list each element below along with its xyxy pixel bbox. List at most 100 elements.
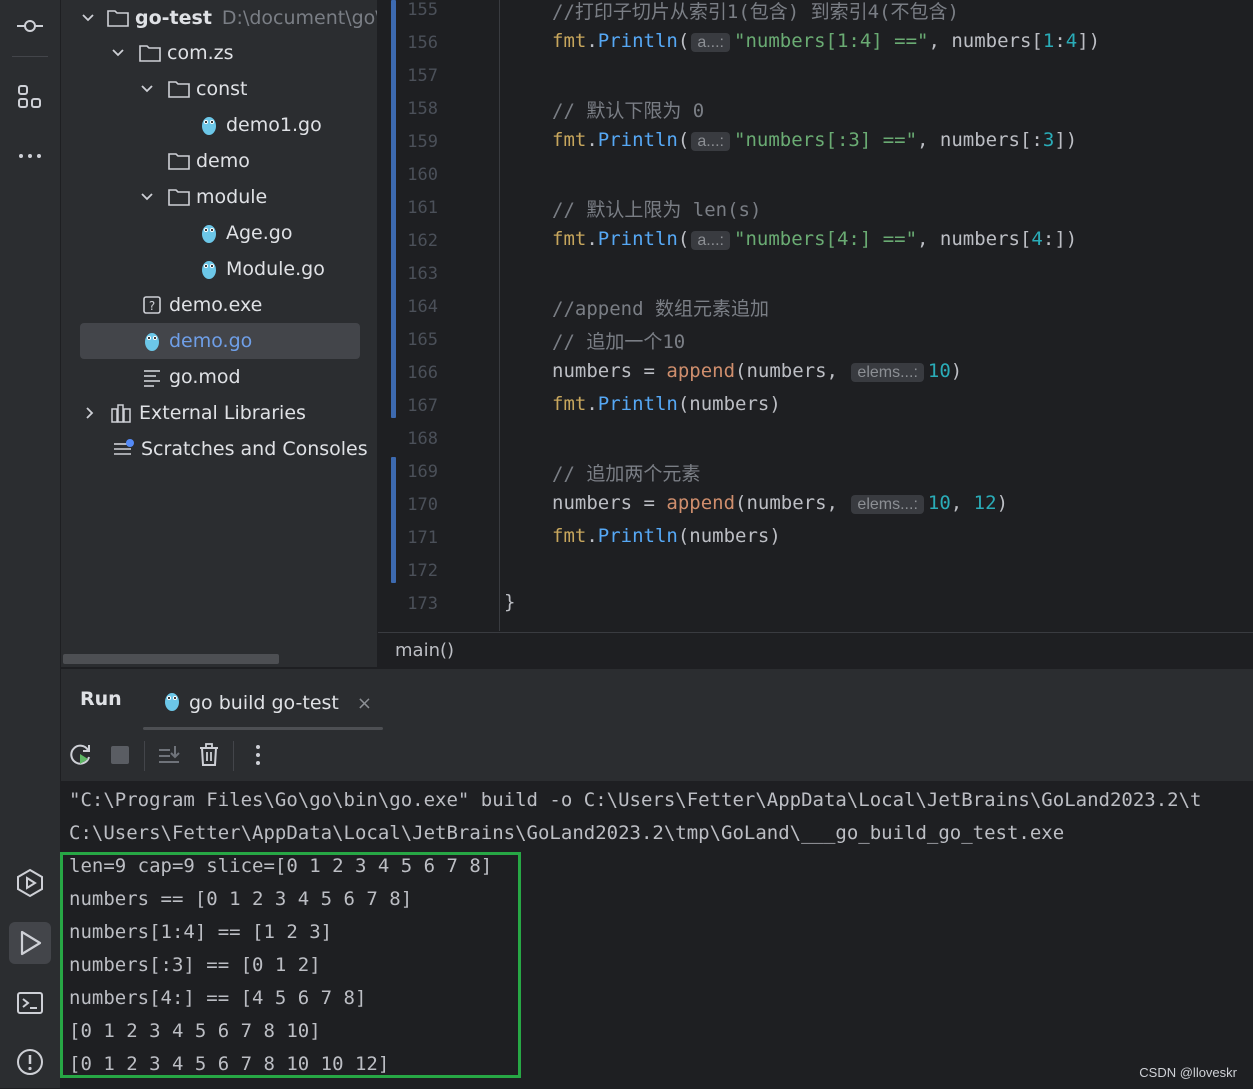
code-builtin: append (666, 360, 736, 382)
tree-item-external-libraries[interactable]: External Libraries (61, 395, 377, 431)
tree-item-label: go.mod (169, 366, 241, 388)
gopher-icon (163, 690, 181, 717)
code-punct: ( (677, 129, 690, 151)
more-vertical-icon[interactable] (244, 741, 272, 769)
console-line: "C:\Program Files\Go\go\bin\go.exe" buil… (69, 789, 1202, 811)
terminal-icon[interactable] (9, 982, 51, 1024)
code-line-166: numbers = append(numbers, elems...: 10) (552, 360, 962, 382)
code-pkg: fmt (552, 393, 587, 415)
tree-item-module-go[interactable]: Module.go (61, 251, 377, 287)
code-punct: ) (950, 360, 963, 382)
code-fn: Println (597, 129, 678, 151)
code-punct: . (586, 393, 598, 415)
code-punct: . (586, 228, 598, 250)
line-number: 165 (407, 330, 438, 350)
run-tab[interactable]: go build go-test × (143, 677, 383, 729)
line-number: 173 (407, 594, 438, 614)
code-string: "numbers[1:4] ==" (734, 30, 929, 52)
code-comment: //打印子切片从索引1(包含) 到索引4(不包含) (552, 1, 959, 23)
line-number: 172 (407, 561, 438, 581)
run-tab-label: go build go-test (189, 692, 339, 714)
rerun-icon[interactable] (67, 741, 95, 769)
clear-icon[interactable] (195, 741, 223, 769)
tree-item-demo-go[interactable]: demo.go (80, 323, 360, 359)
param-hint: elems...: (851, 495, 924, 514)
folder-icon (139, 42, 161, 64)
tree-item-label: demo.exe (169, 294, 263, 316)
code-comment: // 追加两个元素 (552, 463, 701, 485)
tree-item-com-zs[interactable]: com.zs (61, 35, 377, 71)
folder-icon (168, 186, 190, 208)
chevron-right-icon[interactable] (81, 395, 99, 431)
code-fn: Println (597, 525, 678, 547)
code-line-159: fmt.Println(a...: "numbers[:3] ==", numbe… (552, 129, 1077, 151)
close-icon[interactable]: × (357, 693, 372, 714)
code-pkg: fmt (552, 228, 587, 250)
code-fn: Println (597, 228, 678, 250)
breadcrumb-item[interactable]: main() (395, 640, 454, 661)
line-number: 156 (407, 33, 438, 53)
tree-item-scratches[interactable]: Scratches and Consoles (61, 431, 377, 467)
code-editor[interactable]: 155 156 157 158 159 160 161 162 163 164 … (378, 0, 1253, 631)
gopher-icon (198, 222, 220, 244)
chevron-down-icon[interactable] (138, 179, 156, 215)
tree-item-go-test[interactable]: go-test D:\document\go\ (61, 0, 377, 36)
breadcrumb[interactable]: main() (378, 632, 1253, 669)
chevron-down-icon[interactable] (81, 0, 95, 36)
watermark: CSDN @lloveskr (1139, 1065, 1237, 1080)
code-comment: // 追加一个10 (552, 331, 686, 353)
code-punct: . (586, 129, 598, 151)
tree-item-label: const (196, 78, 248, 100)
tree-item-label: demo (196, 150, 250, 172)
code-string: "numbers[:3] ==" (734, 129, 918, 151)
code-line-167: fmt.Println(numbers) (552, 393, 781, 415)
tree-item-age-go[interactable]: Age.go (61, 215, 377, 251)
console-output[interactable]: "C:\Program Files\Go\go\bin\go.exe" buil… (60, 781, 1253, 1089)
tree-scrollbar[interactable] (63, 654, 279, 664)
code-punct: ]) (1054, 129, 1078, 151)
tree-item-demo1-go[interactable]: demo1.go (61, 107, 377, 143)
code-punct: ( (677, 228, 690, 250)
run-panel-title: Run (80, 688, 122, 710)
code-number: 12 (973, 492, 997, 514)
code-comment: // 默认下限为 0 (552, 100, 705, 122)
services-icon[interactable] (9, 862, 51, 904)
library-icon (111, 402, 133, 424)
code-number: 1 (1042, 30, 1055, 52)
code-punct: ( (677, 30, 690, 52)
code-number: 10 (927, 360, 951, 382)
code-builtin: append (666, 492, 736, 514)
structure-icon[interactable] (9, 76, 51, 118)
code-line-156: fmt.Println(a...: "numbers[1:4] ==", numb… (552, 30, 1100, 52)
scratches-icon (113, 438, 135, 460)
param-hint: a...: (691, 231, 730, 250)
tree-item-path: D:\document\go\ (221, 7, 377, 29)
chevron-down-icon[interactable] (109, 35, 127, 71)
line-number: 159 (407, 132, 438, 152)
tree-item-label: Scratches and Consoles (141, 438, 368, 460)
code-text: (numbers, (735, 492, 850, 514)
tree-item-demo[interactable]: demo (61, 143, 377, 179)
chevron-down-icon[interactable] (138, 71, 156, 107)
line-number: 171 (407, 528, 438, 548)
code-comment: // 默认上限为 len(s) (552, 199, 762, 221)
tree-item-module[interactable]: module (61, 179, 377, 215)
tree-item-go-mod[interactable]: go.mod (61, 359, 377, 395)
line-number: 164 (407, 297, 438, 317)
code-text: numbers = (552, 492, 667, 514)
stop-icon[interactable] (106, 741, 134, 769)
tree-item-label: Module.go (226, 258, 325, 280)
problems-icon[interactable] (9, 1041, 51, 1083)
code-text: , numbers[ (928, 30, 1043, 52)
divider (12, 56, 48, 57)
run-icon[interactable] (9, 922, 51, 964)
commit-icon[interactable] (9, 0, 51, 42)
scroll-to-end-icon[interactable] (155, 741, 183, 769)
line-number: 169 (407, 462, 438, 482)
param-hint: a...: (691, 132, 730, 151)
tree-item-demo-exe[interactable]: ? demo.exe (61, 287, 377, 323)
tree-item-const[interactable]: const (61, 71, 377, 107)
line-number: 168 (407, 429, 438, 449)
line-number: 163 (407, 264, 438, 284)
more-icon[interactable] (9, 135, 51, 177)
